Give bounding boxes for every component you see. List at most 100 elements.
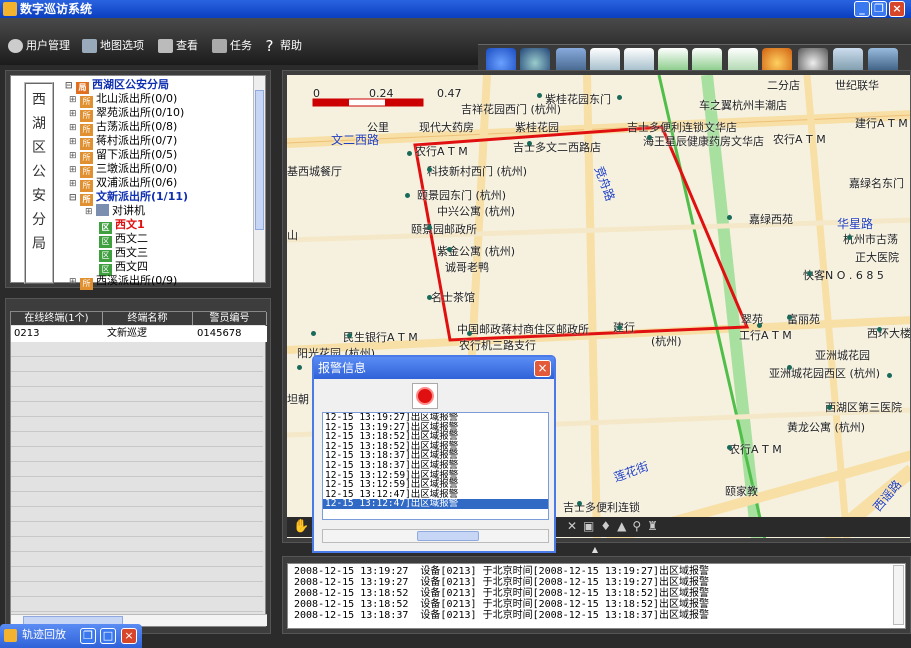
column-header[interactable]: 终端名称 xyxy=(103,312,193,325)
poi-marker-icon[interactable] xyxy=(427,167,432,172)
taskbar-maximize-button[interactable]: □ xyxy=(100,628,116,644)
poi-marker-icon[interactable] xyxy=(887,373,892,378)
map-poi-label[interactable]: 科技新村西门 (杭州) xyxy=(427,163,527,179)
menu-help[interactable]: ? 帮助 xyxy=(262,38,302,54)
sidebar-item[interactable]: ⊞ 所西溪派出所(0/9) xyxy=(69,274,177,290)
poi-marker-icon[interactable] xyxy=(617,95,622,100)
map-poi-label[interactable]: 二分店 xyxy=(767,77,800,93)
poi-marker-icon[interactable] xyxy=(527,141,532,146)
map-poi-label[interactable]: 坦朝 xyxy=(287,391,309,407)
map-poi-label[interactable]: 海王星辰健康药房文华店 xyxy=(643,133,764,149)
map-poi-label[interactable]: 黄龙公寓 (杭州) xyxy=(787,419,865,435)
poi-marker-icon[interactable] xyxy=(577,501,582,506)
sidebar-item[interactable]: ⊞ 所蒋村派出所(0/7) xyxy=(69,134,177,150)
map-poi-label[interactable]: 嘉绿名东门 xyxy=(849,175,904,191)
dialog-close-button[interactable]: × xyxy=(534,360,551,377)
poi-marker-icon[interactable] xyxy=(427,225,432,230)
alarm-list[interactable]: 12-15 13:19:27]出区域报警 12-15 13:19:27]出区域报警… xyxy=(322,412,549,520)
poi-marker-icon[interactable] xyxy=(447,247,452,252)
poi-marker-icon[interactable] xyxy=(807,271,812,276)
poi-marker-icon[interactable] xyxy=(617,325,622,330)
alarm-list-hscrollbar[interactable] xyxy=(322,529,549,543)
map-poi-label[interactable]: 农行A T M xyxy=(729,441,782,457)
taskbar-close-button[interactable]: × xyxy=(121,628,137,644)
map-poi-label[interactable]: 亚洲城花园 xyxy=(815,347,870,363)
poi-marker-icon[interactable] xyxy=(827,405,832,410)
table-row[interactable]: 0213 文新巡逻 0145678 xyxy=(11,326,267,342)
menu-user-management[interactable]: 用户管理 xyxy=(8,38,70,54)
poi-marker-icon[interactable] xyxy=(647,135,652,140)
map-poi-label[interactable]: 正大医院 xyxy=(855,249,899,265)
map-poi-label[interactable]: 文二西路 xyxy=(331,131,379,148)
poi-marker-icon[interactable] xyxy=(787,315,792,320)
tree-root[interactable]: ⊟ 局西湖区公安分局 xyxy=(65,78,169,94)
menu-view[interactable]: 查看 xyxy=(158,38,198,54)
taskbar-track-playback[interactable]: 轨迹回放 ❐ □ × xyxy=(0,624,142,648)
map-poi-label[interactable]: 诚哥老鸭 xyxy=(445,259,489,275)
unit-node[interactable]: 区西文二 xyxy=(97,232,148,248)
map-poi-label[interactable]: 吉士多文二西路店 xyxy=(513,139,601,155)
map-poi-label[interactable]: 基西城餐厅 xyxy=(287,163,342,179)
map-poi-label[interactable]: 颐家教 xyxy=(725,483,758,499)
poi-marker-icon[interactable] xyxy=(297,365,302,370)
pan-tool-icon[interactable]: ✋ xyxy=(293,519,309,534)
sidebar-item-expanded[interactable]: ⊟ 所文新派出所(1/11) xyxy=(69,190,188,206)
map-poi-label[interactable]: 农行A T M xyxy=(773,131,826,147)
poi-marker-icon[interactable] xyxy=(727,445,732,450)
poi-marker-icon[interactable] xyxy=(847,235,852,240)
tree-scrollbar[interactable] xyxy=(253,76,265,282)
sidebar-item[interactable]: ⊞ 所三墩派出所(0/0) xyxy=(69,162,177,178)
map-poi-label[interactable]: 工行A T M xyxy=(739,327,792,343)
sidebar-item[interactable]: ⊞ 所留下派出所(0/5) xyxy=(69,148,177,164)
map-poi-label[interactable]: 车之翼杭州丰潮店 xyxy=(699,97,787,113)
map-poi-label[interactable]: 快客N O . 6 8 5 xyxy=(803,267,884,283)
map-poi-label[interactable]: 颐景园东门 (杭州) xyxy=(417,187,506,203)
map-poi-label[interactable]: 建行A T M xyxy=(855,115,908,131)
menu-task[interactable]: 任务 xyxy=(212,38,252,54)
map-poi-label[interactable]: 亚洲城花园西区 (杭州) xyxy=(769,365,880,381)
map-poi-label[interactable]: 华星路 xyxy=(837,215,873,232)
sidebar-item[interactable]: ⊞ 所古荡派出所(0/8) xyxy=(69,120,177,136)
map-poi-label[interactable]: 农行A T M xyxy=(415,143,468,159)
poi-marker-icon[interactable] xyxy=(787,365,792,370)
map-poi-label[interactable]: 吉祥花园西门 (杭州) xyxy=(461,101,561,117)
map-tools-icon[interactable]: ✕▣♦▲⚲♜ xyxy=(567,519,664,533)
map-poi-label[interactable]: 世纪联华 xyxy=(835,77,879,93)
map-poi-label[interactable]: 嘉绿西苑 xyxy=(749,211,793,227)
map-poi-label[interactable]: 西环大楼 xyxy=(867,325,910,341)
menu-map-options[interactable]: 地图选项 xyxy=(82,38,144,54)
alarm-entry[interactable]: 12-15 13:12:47]出区域报警 xyxy=(323,499,548,509)
sidebar-item[interactable]: ⊞ 所翠苑派出所(0/10) xyxy=(69,106,184,122)
map-poi-label[interactable]: 西湖区第三医院 xyxy=(825,399,902,415)
sidebar-item[interactable]: ⊞ 所北山派出所(0/0) xyxy=(69,92,177,108)
poi-marker-icon[interactable] xyxy=(427,295,432,300)
unit-node-active[interactable]: 区西文1 xyxy=(97,218,145,234)
map-poi-label[interactable]: 紫桂花园 xyxy=(515,119,559,135)
map-poi-label[interactable]: 中兴公寓 (杭州) xyxy=(437,203,515,219)
sidebar-item[interactable]: ⊞ 所双浦派出所(0/6) xyxy=(69,176,177,192)
poi-marker-icon[interactable] xyxy=(347,333,352,338)
column-header[interactable]: 在线终端(1个) xyxy=(11,312,103,325)
map-poi-label[interactable]: 中国邮政蒋村商住区邮政所 xyxy=(457,321,589,337)
map-poi-label[interactable]: 富丽苑 xyxy=(787,311,820,327)
unit-node[interactable]: 区西文三 xyxy=(97,246,148,262)
map-poi-label[interactable]: 农行机三路支行 xyxy=(459,337,536,353)
column-header[interactable]: 警员编号 xyxy=(193,312,267,325)
poi-marker-icon[interactable] xyxy=(407,151,412,156)
restore-button[interactable]: ❐ xyxy=(871,1,887,17)
poi-marker-icon[interactable] xyxy=(467,331,472,336)
taskbar-restore-button[interactable]: ❐ xyxy=(80,628,96,644)
map-poi-label[interactable]: 民生银行A T M xyxy=(343,329,418,345)
map-poi-label[interactable]: 名士茶馆 xyxy=(431,289,475,305)
map-poi-label[interactable]: (杭州) xyxy=(651,333,682,349)
map-poi-label[interactable]: 现代大药房 xyxy=(419,119,474,135)
poi-marker-icon[interactable] xyxy=(757,323,762,328)
map-poi-label[interactable]: 山 xyxy=(287,227,298,243)
map-poi-label[interactable]: 吉士多便利连锁 xyxy=(563,499,640,515)
poi-marker-icon[interactable] xyxy=(877,327,882,332)
poi-marker-icon[interactable] xyxy=(537,93,542,98)
minimize-button[interactable]: _ xyxy=(854,1,870,17)
poi-marker-icon[interactable] xyxy=(727,215,732,220)
log-scrollbar[interactable] xyxy=(893,565,904,625)
unit-node[interactable]: 区西文四 xyxy=(97,260,148,276)
